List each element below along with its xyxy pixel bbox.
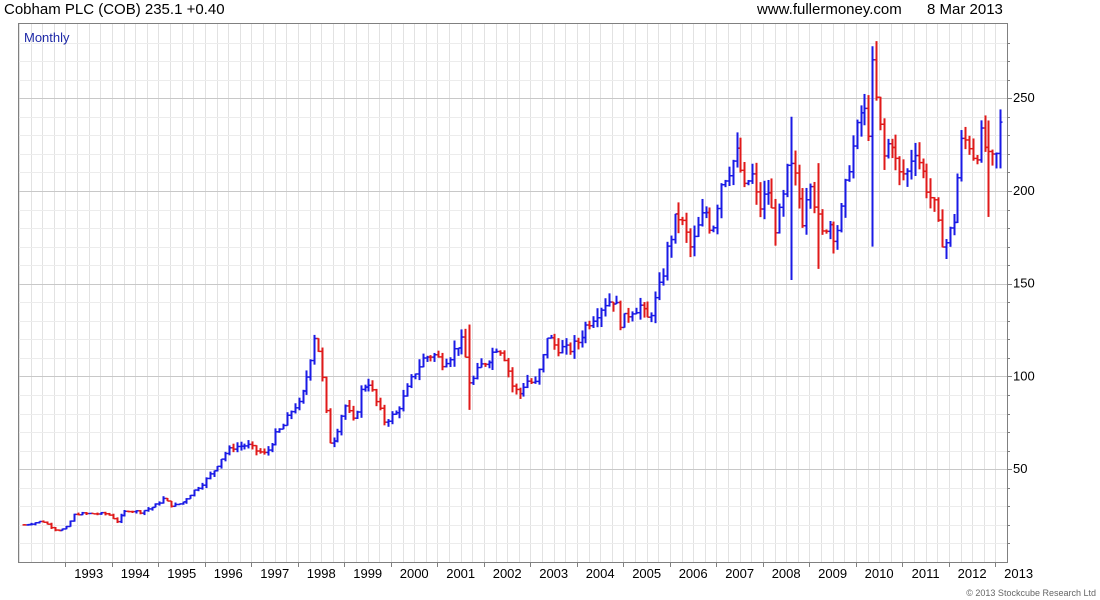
x-tick-label: 1997 — [260, 566, 289, 581]
x-tick-label: 2012 — [958, 566, 987, 581]
x-tick-label: 1995 — [167, 566, 196, 581]
y-tick-label: 50 — [1013, 461, 1027, 476]
y-tick-label: 100 — [1013, 368, 1035, 383]
x-tick-label: 1999 — [353, 566, 382, 581]
x-tick-label: 1996 — [214, 566, 243, 581]
price-bar — [22, 524, 27, 526]
y-tick-label: 200 — [1013, 183, 1035, 198]
price-bar — [91, 512, 96, 515]
ohlc-chart: 50100150200250 1993 1994 1995 1996 1997 1998 1… — [18, 23, 1096, 598]
x-tick-label: 2010 — [865, 566, 894, 581]
x-tick-label: 1993 — [74, 566, 103, 581]
x-tick-label: 2003 — [539, 566, 568, 581]
y-axis: 50 100 150 200 250 — [1007, 43, 1035, 544]
x-tick-label: 2005 — [632, 566, 661, 581]
x-tick-label: 1998 — [307, 566, 336, 581]
x-tick-label: 2008 — [772, 566, 801, 581]
plot-area — [18, 23, 1008, 563]
x-tick-label: 2011 — [912, 566, 940, 581]
period-label: Monthly — [24, 30, 70, 45]
x-tick-label: 2002 — [493, 566, 522, 581]
x-tick-label: 2000 — [400, 566, 429, 581]
x-tick-label: 2004 — [586, 566, 615, 581]
x-tick-label: 2009 — [818, 566, 847, 581]
y-tick-label: 150 — [1013, 276, 1035, 291]
x-tick-label: 2006 — [679, 566, 708, 581]
x-tick-label: 1994 — [121, 566, 150, 581]
y-tick-label: 250 — [1013, 90, 1035, 105]
copyright-label: © 2013 Stockcube Research Ltd — [966, 588, 1096, 598]
x-tick-label: 2013 — [1004, 566, 1033, 581]
x-tick-label: 2001 — [446, 566, 475, 581]
x-tick-label: 2007 — [725, 566, 754, 581]
x-axis: 1993 1994 1995 1996 1997 1998 1999 2000 2001 2002… — [65, 562, 1033, 581]
